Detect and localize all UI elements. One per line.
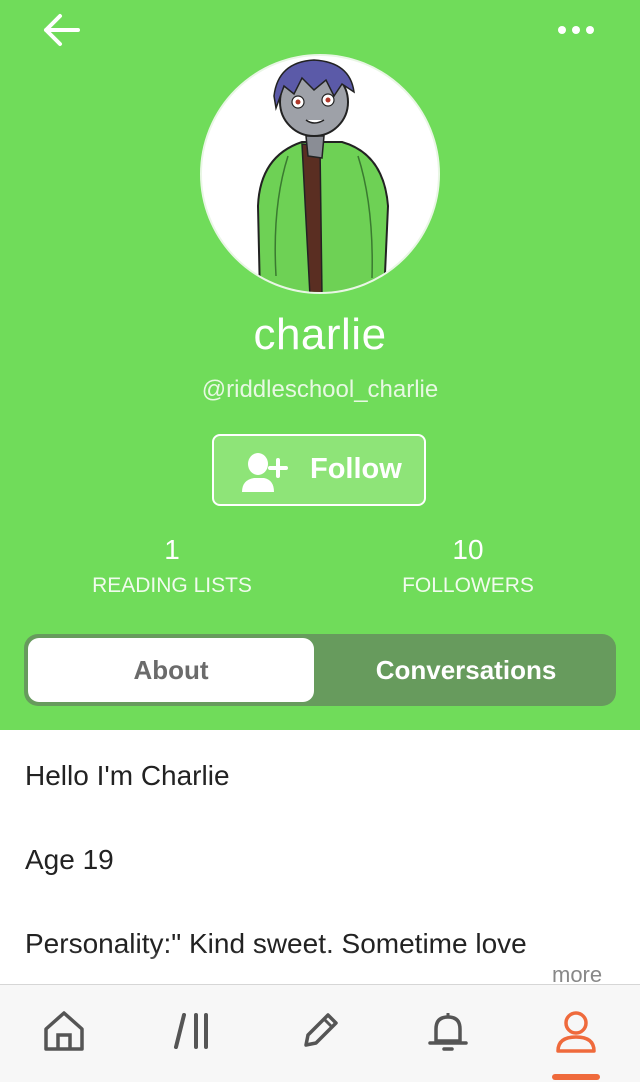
stat-count: 1	[164, 534, 180, 565]
profile-segmented-control: About Conversations	[24, 634, 616, 706]
stat-label: READING LISTS	[92, 574, 252, 597]
library-icon	[174, 1013, 208, 1049]
bell-icon	[428, 1013, 468, 1051]
stat-followers[interactable]: 10 FOLLOWERS	[348, 534, 588, 598]
tab-library[interactable]	[128, 985, 256, 1082]
tab-notifications[interactable]	[384, 985, 512, 1082]
tab-write[interactable]	[256, 985, 384, 1082]
avatar-illustration	[256, 59, 390, 292]
tab-profile[interactable]	[512, 985, 640, 1082]
text-fade	[0, 950, 640, 984]
tab-home[interactable]	[0, 985, 128, 1082]
stat-reading-lists[interactable]: 1 READING LISTS	[52, 534, 292, 598]
follow-button[interactable]: Follow	[212, 434, 426, 506]
about-line: Hello I'm Charlie	[25, 760, 230, 791]
more-link[interactable]: more	[552, 962, 602, 984]
follow-label: Follow	[310, 453, 402, 485]
display-name: charlie	[253, 310, 387, 359]
pencil-icon	[304, 1013, 338, 1047]
username: @riddleschool_charlie	[201, 376, 439, 403]
profile-icon	[556, 1011, 596, 1053]
profile-header: charlie @riddleschool_charlie Follow 1 R…	[0, 0, 640, 730]
bottom-tab-bar	[0, 984, 640, 1082]
arrow-left-icon	[44, 14, 80, 46]
home-icon	[44, 1011, 84, 1051]
avatar	[200, 54, 440, 294]
tab-conversations[interactable]: Conversations	[320, 638, 612, 702]
more-horizontal-icon	[558, 26, 594, 34]
tab-about[interactable]: About	[28, 638, 314, 702]
back-button[interactable]	[34, 6, 94, 58]
about-line: Age 19	[25, 844, 114, 875]
more-options-button[interactable]	[548, 10, 608, 50]
stat-label: FOLLOWERS	[402, 574, 534, 597]
add-user-icon	[242, 453, 288, 492]
active-tab-indicator	[552, 1074, 600, 1080]
about-section: Hello I'm Charlie Age 19 Personality:" K…	[0, 730, 640, 986]
stat-count: 10	[452, 534, 484, 565]
